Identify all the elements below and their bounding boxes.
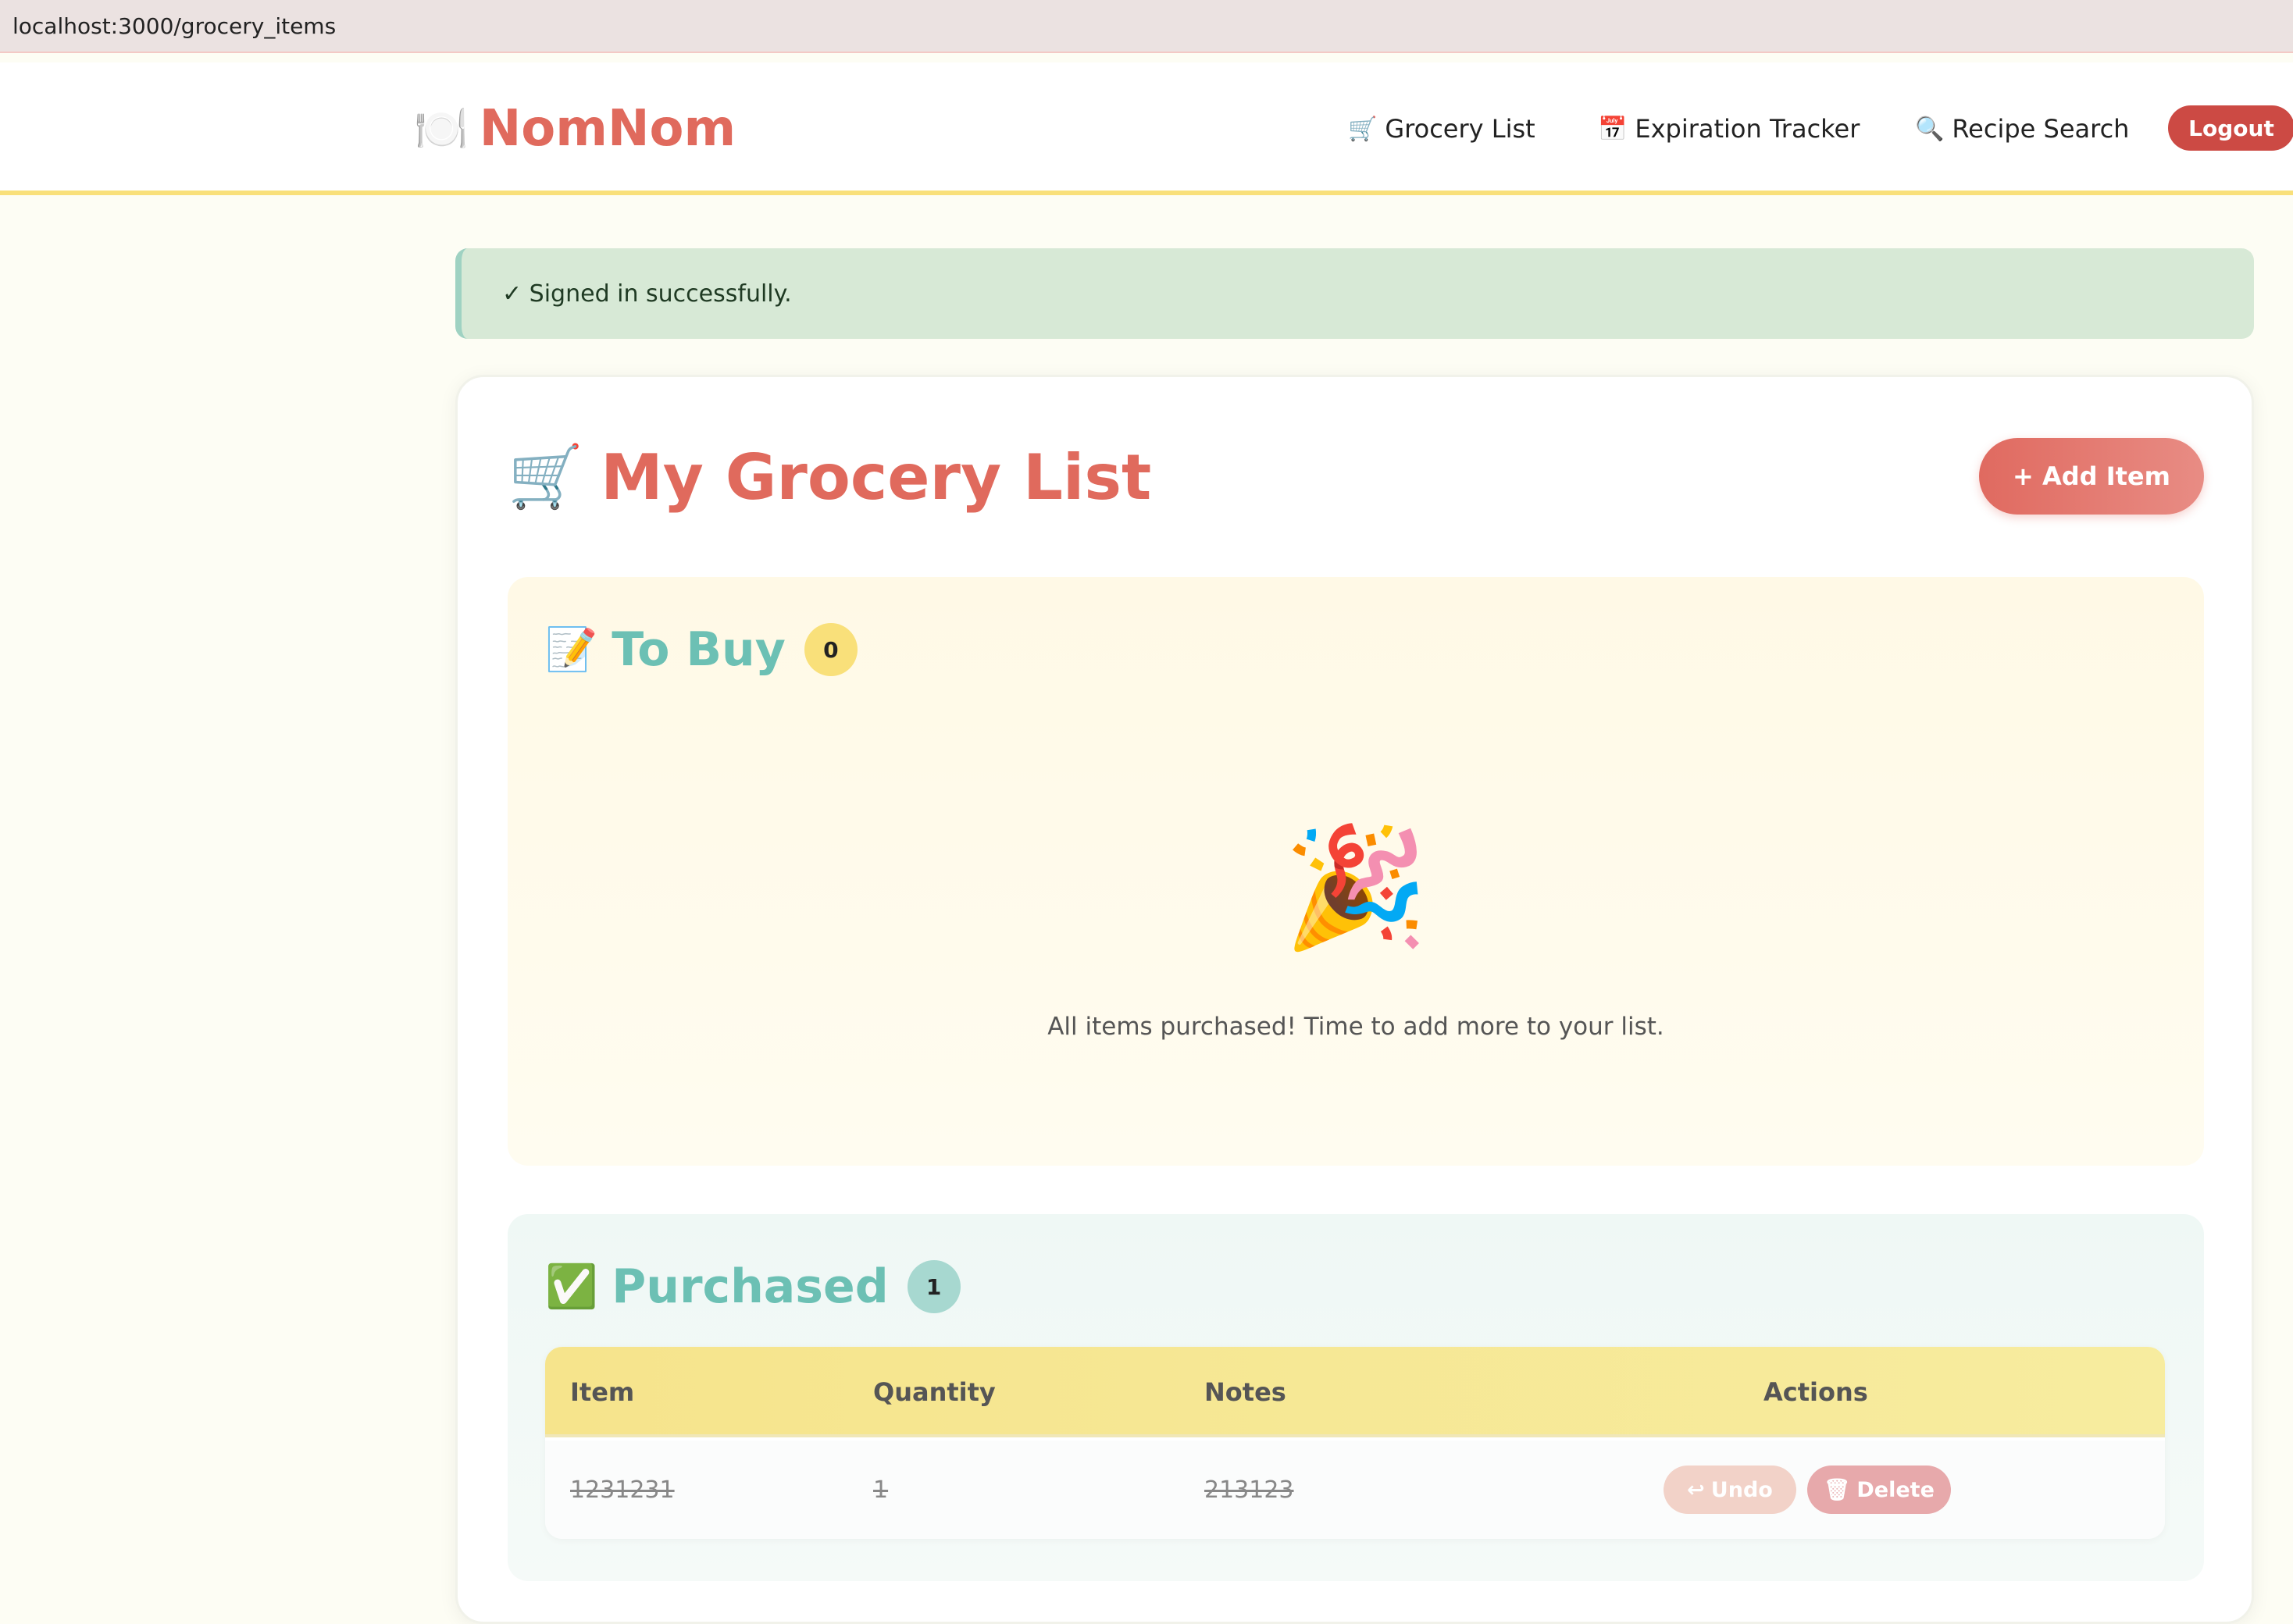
undo-icon: ↩ [1687,1477,1705,1502]
column-header-actions: Actions [1763,1377,1868,1407]
purchased-header: ✅ Purchased 1 [545,1259,961,1314]
top-navbar: 🍽️ NomNom 🛒 Grocery List 📅 Expiration Tr… [0,62,2293,195]
logout-button[interactable]: Logout [2168,105,2293,151]
cart-icon: 🛒 [508,442,584,512]
check-mark-icon: ✅ [545,1262,598,1311]
table-header: Item Quantity Notes Actions [545,1347,2165,1437]
table-row: 1231231 1 213123 ↩ Undo 🗑 Delete [545,1441,2165,1539]
trash-icon: 🗑 [1824,1478,1851,1502]
nav-expiration-tracker[interactable]: 📅 Expiration Tracker [1598,114,1860,144]
cell-quantity: 1 [873,1476,889,1504]
purchased-title: Purchased [612,1259,889,1314]
empty-state-text: All items purchased! Time to add more to… [1047,1013,1664,1041]
to-buy-count-badge: 0 [804,623,858,676]
purchased-section: ✅ Purchased 1 Item Quantity Notes Action… [508,1214,2204,1581]
delete-button[interactable]: 🗑 Delete [1807,1466,1951,1514]
purchased-count-badge: 1 [907,1260,961,1313]
page-title: 🛒 My Grocery List [508,441,1151,514]
party-popper-icon: 🎉 [1282,820,1429,956]
column-header-quantity: Quantity [873,1377,996,1407]
add-item-button[interactable]: + Add Item [1979,438,2204,515]
delete-label: Delete [1856,1477,1935,1502]
cell-item: 1231231 [570,1476,675,1504]
nav-links: 🛒 Grocery List 📅 Expiration Tracker 🔍 Re… [0,108,2293,155]
to-buy-section: 📝 To Buy 0 🎉 All items purchased! Time t… [508,577,2204,1166]
nav-recipe-search[interactable]: 🔍 Recipe Search [1915,114,2129,144]
address-bar[interactable]: localhost:3000/grocery_items [0,0,2293,53]
nav-grocery-list-label: Grocery List [1385,114,1535,144]
nav-expiration-tracker-label: Expiration Tracker [1635,114,1860,144]
undo-button[interactable]: ↩ Undo [1664,1466,1796,1514]
memo-icon: 📝 [545,625,598,674]
to-buy-title: To Buy [612,622,786,677]
purchased-table: Item Quantity Notes Actions 1231231 1 21… [545,1347,2165,1539]
url-text: localhost:3000/grocery_items [12,12,337,39]
grocery-card: 🛒 My Grocery List + Add Item 📝 To Buy 0 … [455,375,2254,1624]
nav-recipe-search-label: Recipe Search [1952,114,2130,144]
nav-grocery-list[interactable]: 🛒 Grocery List [1348,114,1535,144]
column-header-item: Item [570,1377,635,1407]
page-title-text: My Grocery List [601,441,1152,514]
undo-label: Undo [1710,1477,1773,1502]
to-buy-header: 📝 To Buy 0 [545,622,858,677]
flash-message: ✓ Signed in successfully. [502,280,792,308]
cell-notes: 213123 [1204,1476,1294,1504]
cart-icon: 🛒 [1348,115,1378,143]
calendar-icon: 📅 [1598,115,1628,143]
column-header-notes: Notes [1204,1377,1286,1407]
flash-notice: ✓ Signed in successfully. [455,248,2254,339]
magnifier-icon: 🔍 [1915,115,1945,143]
